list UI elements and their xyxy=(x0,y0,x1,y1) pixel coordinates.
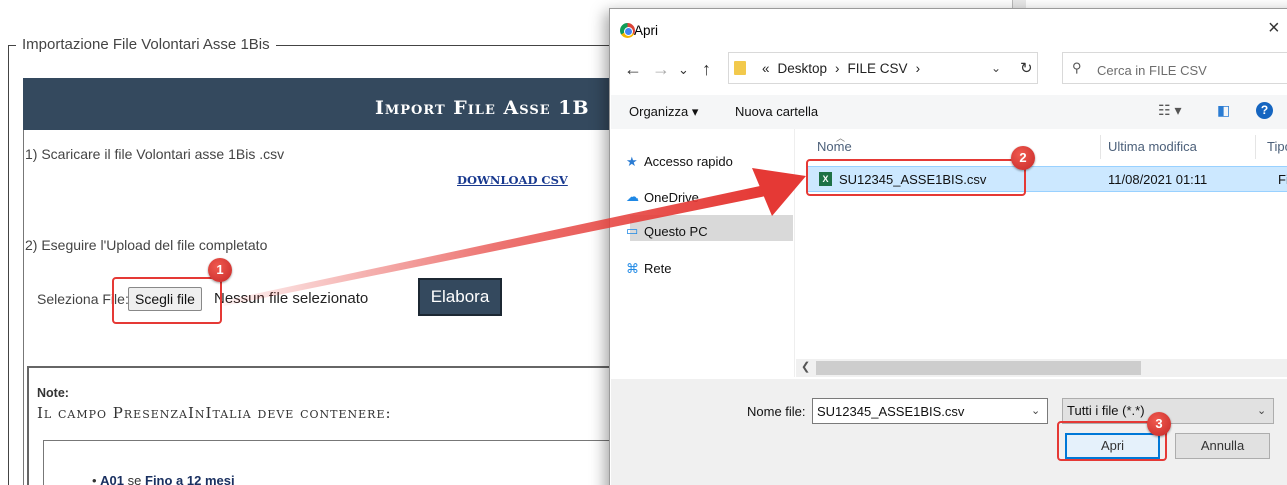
step-badge-3: 3 xyxy=(1147,412,1171,436)
highlight-choose-file xyxy=(112,277,222,324)
step-badge-2: 2 xyxy=(1011,146,1035,170)
arrow-shaft xyxy=(222,186,766,306)
highlight-file-row xyxy=(806,159,1026,196)
step-badge-1: 1 xyxy=(208,258,232,282)
annotation-arrow xyxy=(222,168,806,306)
